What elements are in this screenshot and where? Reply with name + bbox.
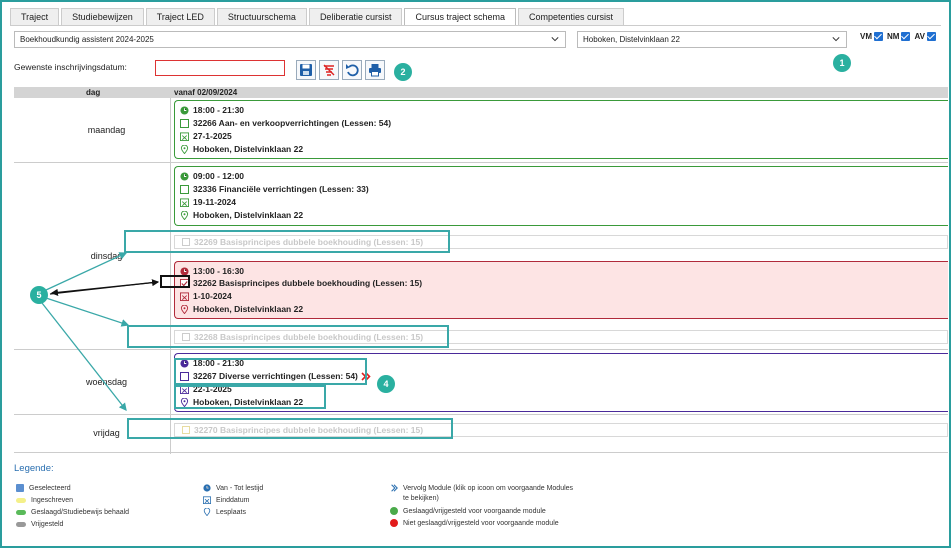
legend-place: Lesplaats (203, 508, 246, 516)
legend-label: Geslaagd/vrijgesteld voor voorgaande mod… (403, 507, 546, 515)
passed-swatch (16, 510, 26, 515)
legend-label: te bekijken) (403, 495, 439, 502)
legend-label: Vrijgesteld (31, 521, 64, 528)
clock-icon (203, 484, 211, 492)
legend-label: Niet geslaagd/vrijgesteld voor voorgaand… (403, 519, 559, 527)
legend-label: Ingeschreven (31, 497, 74, 504)
legend-time: Van - Tot lestijd (203, 484, 263, 492)
green-dot (390, 507, 398, 515)
red-dot (390, 519, 398, 527)
calendar-icon (203, 496, 211, 504)
legend-passed: Geslaagd/Studiebewijs behaald (16, 509, 129, 516)
legend-prev-passed: Geslaagd/vrijgesteld voor voorgaande mod… (390, 507, 546, 515)
legend-label: Vervolg Module (klik op icoon om voorgaa… (403, 484, 574, 492)
selected-swatch (16, 484, 24, 492)
legend-label: Van - Tot lestijd (216, 484, 264, 492)
legend-enrolled: Ingeschreven (16, 497, 73, 504)
legend-enddate: Einddatum (203, 496, 249, 504)
annotation-arrows (41, 252, 160, 412)
chevron-right-icon (391, 484, 398, 492)
exempt-swatch (16, 522, 26, 527)
legend-label: Einddatum (216, 496, 250, 504)
legend-prev-not-passed: Niet geslaagd/vrijgesteld voor voorgaand… (390, 519, 559, 527)
legend-selected: Geselecteerd (16, 484, 71, 492)
legend-follow-module: Vervolg Module (klik op icoon om voorgaa… (390, 484, 573, 492)
legend-title: Legende: (14, 463, 54, 474)
legend-label: Geselecteerd (29, 484, 71, 492)
enrolled-swatch (16, 498, 26, 503)
legend-label: Lesplaats (216, 508, 246, 516)
location-pin-icon (203, 508, 211, 516)
legend-exempt: Vrijgesteld (16, 521, 63, 528)
legend-label: Geslaagd/Studiebewijs behaald (31, 509, 130, 516)
legend-follow-module-cont: te bekijken) (403, 495, 439, 502)
